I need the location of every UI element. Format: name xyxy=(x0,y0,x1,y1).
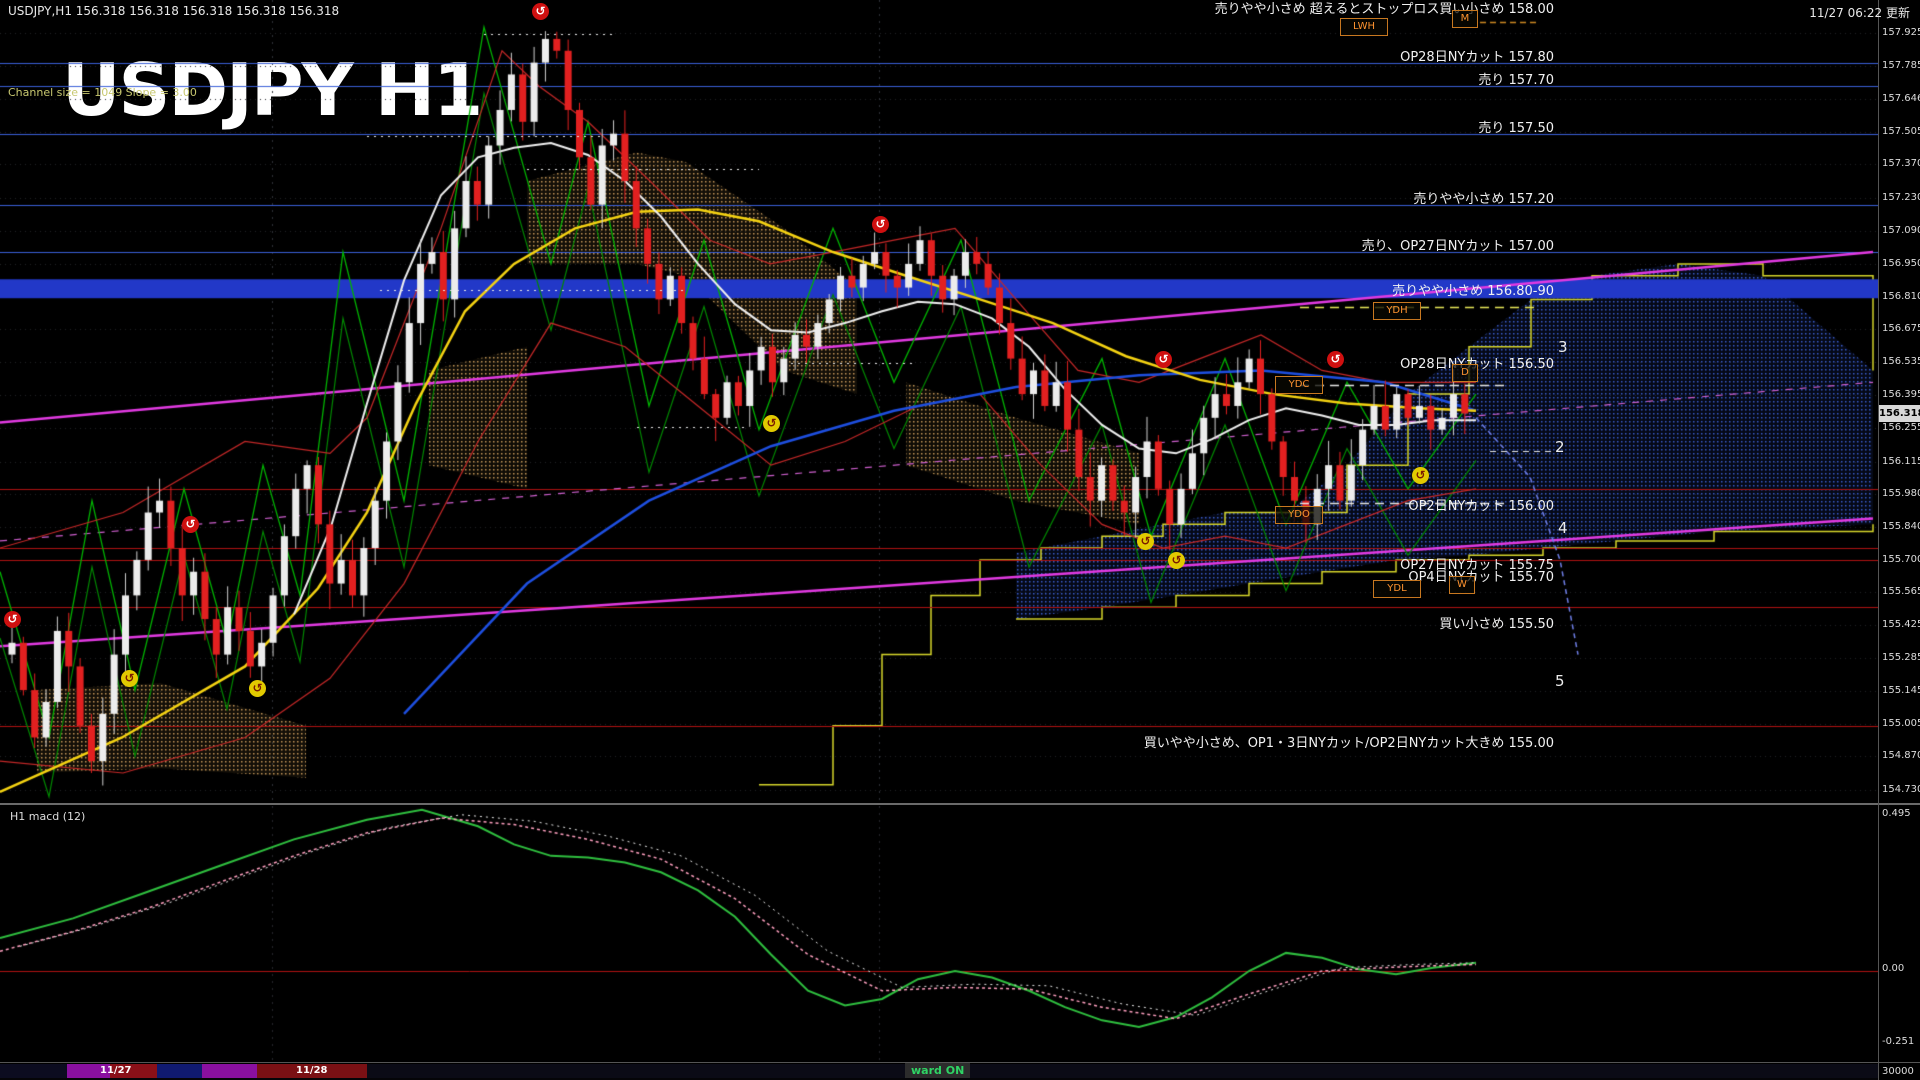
macd-indicator-canvas[interactable] xyxy=(0,806,1878,1062)
sell-signal-icon: ↺ xyxy=(4,611,21,628)
price-annotation: OP28日NYカット 157.80 xyxy=(1400,46,1554,65)
price-tick: 157.230 xyxy=(1882,192,1920,203)
status-indicator: ward ON xyxy=(905,1063,970,1078)
price-tick: 155.285 xyxy=(1882,652,1920,663)
panel-splitter[interactable] xyxy=(0,803,1920,805)
wave-count-label: 3 xyxy=(1558,338,1568,356)
last-updated-timestamp: 11/27 06:22 更新 xyxy=(1809,4,1910,21)
trading-chart-window: USDJPY H1 USDJPY,H1 156.318 156.318 156.… xyxy=(0,0,1920,1080)
macd-axis-max: 0.495 xyxy=(1882,808,1911,819)
buy-signal-icon: ↺ xyxy=(1137,533,1154,550)
price-tick: 157.505 xyxy=(1882,126,1920,137)
pivot-box-ydo: YDO xyxy=(1275,506,1323,524)
price-tick: 154.870 xyxy=(1882,750,1920,761)
price-annotation: 売り 157.50 xyxy=(1478,117,1554,136)
pivot-box-m: M xyxy=(1452,10,1478,28)
buy-signal-icon: ↺ xyxy=(763,415,780,432)
buy-signal-icon: ↺ xyxy=(1168,552,1185,569)
buy-signal-icon: ↺ xyxy=(249,680,266,697)
price-annotation: OP2日NYカット 156.00 xyxy=(1408,495,1554,514)
price-tick: 157.370 xyxy=(1882,158,1920,169)
pivot-box-d: D xyxy=(1452,364,1478,382)
sell-signal-icon: ↺ xyxy=(1327,351,1344,368)
macd-axis-extra: 30000 xyxy=(1882,1066,1914,1077)
wave-count-label: 4 xyxy=(1558,519,1568,537)
price-tick: 156.950 xyxy=(1882,258,1920,269)
price-tick: 157.925 xyxy=(1882,27,1920,38)
price-tick: 155.425 xyxy=(1882,619,1920,630)
sell-signal-icon: ↺ xyxy=(872,216,889,233)
pivot-box-ydh: YDH xyxy=(1373,302,1421,320)
sell-signal-icon: ↺ xyxy=(532,3,549,20)
price-annotation: 買いやや小さめ、OP1・3日NYカット/OP2日NYカット大きめ 155.00 xyxy=(1144,732,1554,751)
price-tick: 156.255 xyxy=(1882,422,1920,433)
timeline-date: 11/27 xyxy=(100,1065,131,1076)
price-tick: 155.565 xyxy=(1882,586,1920,597)
price-tick: 155.145 xyxy=(1882,685,1920,696)
price-annotation: 売りやや小さめ 157.20 xyxy=(1413,188,1554,207)
pivot-box-lwh: LWH xyxy=(1340,18,1388,36)
price-tick: 154.730 xyxy=(1882,784,1920,795)
price-annotation: OP4日NYカット 155.70 xyxy=(1408,566,1554,585)
price-tick: 156.535 xyxy=(1882,356,1920,367)
axis-separator-line xyxy=(1878,0,1879,1080)
timeline-segment xyxy=(202,1064,257,1078)
price-tick: 157.785 xyxy=(1882,60,1920,71)
price-tick: 155.840 xyxy=(1882,521,1920,532)
buy-signal-icon: ↺ xyxy=(1412,467,1429,484)
price-annotation: 売りやや小さめ 超えるとストップロス買い小さめ 158.00 xyxy=(1215,0,1554,17)
macd-axis-min: -0.251 xyxy=(1882,1036,1914,1047)
price-annotation: 買い小さめ 155.50 xyxy=(1439,613,1554,632)
timeline-segment xyxy=(0,1064,67,1078)
price-annotation: 売りやや小さめ 156.80-90 xyxy=(1392,280,1554,299)
price-axis: 157.925 157.785 157.646 157.505 157.370 157.2… xyxy=(1880,0,1920,803)
pivot-box-ydl: YDL xyxy=(1373,580,1421,598)
price-tick: 155.980 xyxy=(1882,488,1920,499)
main-chart-canvas[interactable] xyxy=(0,0,1878,803)
price-tick: 156.810 xyxy=(1882,291,1920,302)
price-tick: 157.090 xyxy=(1882,225,1920,236)
price-tick: 156.675 xyxy=(1882,323,1920,334)
price-tick: 155.700 xyxy=(1882,554,1920,565)
sell-signal-icon: ↺ xyxy=(1155,351,1172,368)
timeline-segment xyxy=(157,1064,202,1078)
price-tick: 155.005 xyxy=(1882,718,1920,729)
channel-info-label: Channel size = 1049 Slope = 3.00 xyxy=(8,86,197,99)
timeline-segment xyxy=(367,1064,1878,1078)
chart-ohlc-title: USDJPY,H1 156.318 156.318 156.318 156.31… xyxy=(8,4,339,18)
price-tick: 157.646 xyxy=(1882,93,1920,104)
pivot-box-ydc: YDC xyxy=(1275,376,1323,394)
macd-indicator-label: H1 macd (12) xyxy=(10,810,85,823)
price-annotation: 売り、OP27日NYカット 157.00 xyxy=(1362,235,1554,254)
timeline-date: 11/28 xyxy=(296,1065,327,1076)
price-tick: 156.115 xyxy=(1882,456,1920,467)
macd-axis-zero: 0.00 xyxy=(1882,963,1904,974)
wave-count-label: 5 xyxy=(1555,672,1565,690)
price-tick: 156.395 xyxy=(1882,389,1920,400)
pivot-box-w: W xyxy=(1449,576,1475,594)
price-annotation: 売り 157.70 xyxy=(1478,69,1554,88)
current-price-badge: 156.318 xyxy=(1879,405,1920,422)
wave-count-label: 2 xyxy=(1555,438,1565,456)
